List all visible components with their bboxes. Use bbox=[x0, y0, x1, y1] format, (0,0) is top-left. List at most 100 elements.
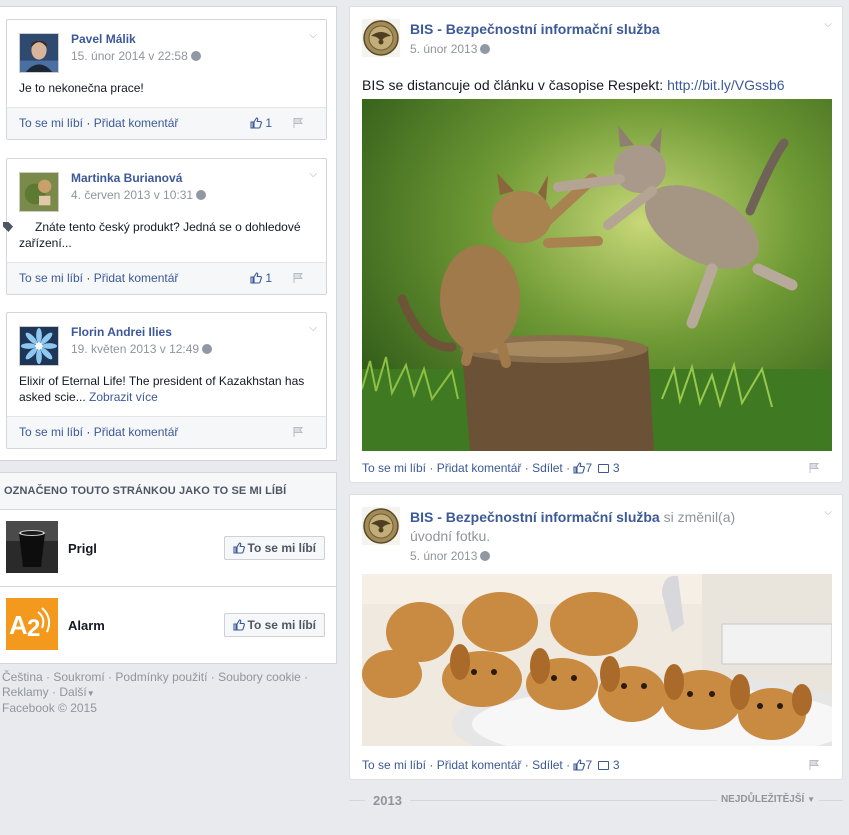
post-date-text[interactable]: 5. únor 2013 bbox=[410, 549, 477, 563]
sort-selector-label: NEJDŮLEŽITĚJŠÍ bbox=[720, 794, 805, 805]
avatar[interactable] bbox=[19, 326, 59, 366]
avatar[interactable] bbox=[19, 33, 59, 73]
globe-icon bbox=[196, 190, 207, 200]
flag-icon[interactable] bbox=[808, 462, 820, 474]
like-count[interactable]: 1 bbox=[250, 108, 272, 139]
post-date: 5. únor 2013 bbox=[410, 42, 491, 56]
post-author[interactable]: Pavel Málik bbox=[71, 32, 136, 46]
like-page-button[interactable]: To se mi líbí bbox=[223, 536, 325, 560]
sort-selector[interactable]: NEJDŮLEŽITĚJŠÍ ▼ bbox=[716, 794, 819, 805]
page-name[interactable]: Alarm bbox=[68, 618, 105, 633]
comment-count-value: 3 bbox=[612, 461, 620, 475]
flag-icon[interactable] bbox=[292, 426, 304, 438]
thumb-up-icon bbox=[233, 542, 245, 554]
like-count[interactable]: 7 bbox=[573, 758, 592, 772]
feed-post: ⌵ Florin Andrei Ilies 19. květen 2013 v … bbox=[6, 312, 327, 449]
footer-link-ads[interactable]: Reklamy bbox=[2, 685, 49, 699]
copyright: Facebook © 2015 bbox=[2, 701, 97, 715]
like-link[interactable]: To se mi líbí bbox=[19, 116, 83, 130]
post-footer: To se mi líbí · Přidat komentář 1 bbox=[7, 262, 326, 294]
flag-icon[interactable] bbox=[292, 272, 304, 284]
like-page-button-label: To se mi líbí bbox=[247, 541, 316, 555]
post-author[interactable]: Martinka Burianová bbox=[71, 171, 182, 185]
post-menu-chevron-icon[interactable]: ⌵ bbox=[309, 169, 317, 180]
add-comment-link[interactable]: Přidat komentář bbox=[94, 116, 179, 130]
post-date-text[interactable]: 15. únor 2014 v 22:58 bbox=[71, 49, 188, 63]
page-picture[interactable] bbox=[6, 521, 58, 573]
post-text-content: Elixir of Eternal Life! The president of… bbox=[19, 374, 305, 404]
svg-text:2: 2 bbox=[27, 615, 40, 642]
footer-link-privacy[interactable]: Soukromí bbox=[53, 670, 104, 684]
add-comment-link[interactable]: Přidat komentář bbox=[437, 758, 522, 772]
post-text: Znáte tento český produkt? Jedná se o do… bbox=[3, 219, 314, 251]
add-comment-link[interactable]: Přidat komentář bbox=[94, 271, 179, 285]
add-comment-link[interactable]: Přidat komentář bbox=[94, 425, 179, 439]
post-date: 15. únor 2014 v 22:58 bbox=[71, 49, 201, 63]
liked-page-row: Prigl To se mi líbí bbox=[0, 510, 337, 587]
post-date-text[interactable]: 5. únor 2013 bbox=[410, 42, 477, 56]
footer-link-cookies[interactable]: Soubory cookie bbox=[218, 670, 301, 684]
globe-icon bbox=[190, 51, 201, 61]
post-date: 19. květen 2013 v 12:49 bbox=[71, 342, 213, 356]
footer-link-more-label: Další bbox=[59, 685, 87, 699]
liked-pages-panel: OZNAČENO TOUTO STRÁNKOU JAKO TO SE MI LÍ… bbox=[0, 472, 337, 664]
share-link[interactable]: Sdílet bbox=[532, 461, 563, 475]
like-link[interactable]: To se mi líbí bbox=[19, 425, 83, 439]
share-link[interactable]: Sdílet bbox=[532, 758, 563, 772]
like-link[interactable]: To se mi líbí bbox=[19, 271, 83, 285]
post-menu-chevron-icon[interactable]: ⌵ bbox=[824, 507, 832, 518]
year-label[interactable]: 2013 bbox=[365, 793, 410, 808]
post-url-link[interactable]: http://bit.ly/VGssb6 bbox=[667, 77, 785, 93]
page-title[interactable]: BIS - Bezpečnostní informační služba bbox=[410, 21, 660, 37]
avatar[interactable] bbox=[19, 172, 59, 212]
comment-count[interactable]: 3 bbox=[595, 461, 620, 475]
post-text: Elixir of Eternal Life! The president of… bbox=[19, 373, 314, 405]
like-link[interactable]: To se mi líbí bbox=[362, 758, 426, 772]
timeline-post: ⌵ BIS - Bezpečnostní informační služba 5… bbox=[349, 6, 843, 483]
footer-link-terms[interactable]: Podmínky použití bbox=[115, 670, 207, 684]
tag-icon bbox=[3, 222, 13, 232]
post-date: 4. červen 2013 v 10:31 bbox=[71, 188, 207, 202]
see-more-link[interactable]: Zobrazit více bbox=[89, 390, 158, 404]
like-count-value: 7 bbox=[585, 758, 593, 772]
add-comment-link[interactable]: Přidat komentář bbox=[437, 461, 522, 475]
feed-post: ⌵ Pavel Málik 15. únor 2014 v 22:58 Je t… bbox=[6, 19, 327, 140]
thumb-up-icon bbox=[573, 759, 585, 771]
caret-down-icon: ▼ bbox=[86, 689, 95, 698]
post-menu-chevron-icon[interactable]: ⌵ bbox=[309, 323, 317, 334]
like-count[interactable]: 7 bbox=[573, 461, 592, 475]
page-title[interactable]: BIS - Bezpečnostní informační služba bbox=[410, 509, 660, 525]
post-date: 5. únor 2013 bbox=[410, 549, 491, 563]
post-footer: To se mi líbí · Přidat komentář bbox=[7, 416, 326, 448]
post-menu-chevron-icon[interactable]: ⌵ bbox=[309, 30, 317, 41]
post-author[interactable]: Florin Andrei Ilies bbox=[71, 325, 172, 339]
flag-icon[interactable] bbox=[292, 117, 304, 129]
like-count[interactable]: 1 bbox=[250, 263, 272, 294]
footer-link-more[interactable]: Další▼ bbox=[59, 685, 94, 699]
page-footer: Čeština · Soukromí · Podmínky použití · … bbox=[2, 670, 309, 715]
post-date-text[interactable]: 19. květen 2013 v 12:49 bbox=[71, 342, 199, 356]
flag-icon[interactable] bbox=[808, 759, 820, 771]
kittens-photo[interactable] bbox=[362, 99, 832, 451]
thumb-up-icon bbox=[250, 272, 262, 284]
footer-link-language[interactable]: Čeština bbox=[2, 670, 43, 684]
puppies-photo[interactable] bbox=[362, 574, 832, 746]
liked-page-row: A 2 Alarm To se mi líbí bbox=[0, 587, 337, 664]
thumb-up-icon bbox=[250, 117, 262, 129]
timeline-year-divider: 2013 NEJDŮLEŽITĚJŠÍ ▼ bbox=[349, 788, 843, 812]
page-picture[interactable]: A 2 bbox=[6, 598, 58, 650]
feed-post: ⌵ Martinka Burianová 4. červen 2013 v 10… bbox=[3, 158, 327, 295]
post-footer: To se mi líbí · Přidat komentář 1 bbox=[7, 107, 326, 139]
bis-logo[interactable] bbox=[362, 507, 400, 545]
like-count-value: 1 bbox=[265, 116, 272, 130]
page-name[interactable]: Prigl bbox=[68, 541, 97, 556]
comment-count-value: 3 bbox=[612, 758, 620, 772]
post-date-text[interactable]: 4. červen 2013 v 10:31 bbox=[71, 188, 193, 202]
bis-logo[interactable] bbox=[362, 19, 400, 57]
like-link[interactable]: To se mi líbí bbox=[362, 461, 426, 475]
like-page-button[interactable]: To se mi líbí bbox=[223, 613, 325, 637]
post-menu-chevron-icon[interactable]: ⌵ bbox=[824, 19, 832, 30]
like-count-value: 1 bbox=[265, 271, 272, 285]
svg-text:A: A bbox=[9, 610, 28, 640]
comment-count[interactable]: 3 bbox=[595, 758, 620, 772]
